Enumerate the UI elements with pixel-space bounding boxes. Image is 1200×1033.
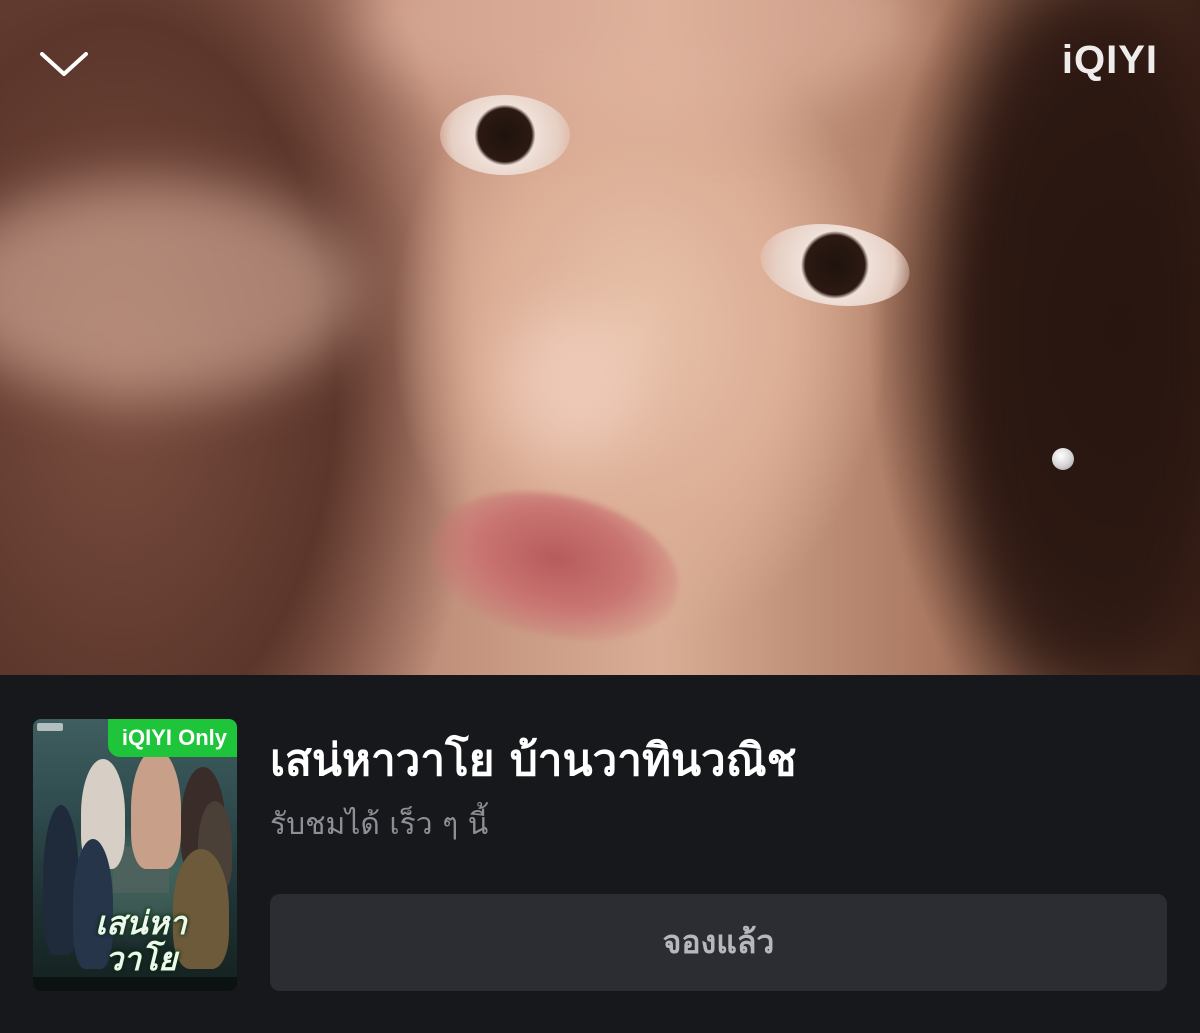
iqiyi-logo: iQIYI <box>1061 38 1158 82</box>
poster-figure <box>131 749 181 869</box>
reserved-button[interactable]: จองแล้ว <box>270 894 1167 991</box>
chevron-down-icon <box>40 52 88 76</box>
collapse-button[interactable] <box>38 44 90 84</box>
hero-blur-shape <box>360 0 920 120</box>
hero-nose-shape <box>500 310 640 460</box>
app-screen: iQIYI เสน่หา วาโย iQIYI Only เสน่หาวาโย … <box>0 0 1200 1033</box>
poster-studio-logo <box>37 723 63 731</box>
show-poster[interactable]: เสน่หา วาโย iQIYI Only <box>33 719 237 991</box>
hero-eye-shape <box>440 95 570 175</box>
hero-still-image: iQIYI <box>0 0 1200 675</box>
hero-earring-shape <box>1052 448 1074 470</box>
poster-fine-print <box>33 977 237 991</box>
hero-blur-shape <box>0 180 360 400</box>
show-info-panel: เสน่หา วาโย iQIYI Only เสน่หาวาโย บ้านวา… <box>0 675 1200 1033</box>
poster-art-title: เสน่หา วาโย <box>95 905 187 977</box>
release-status: รับชมได้ เร็ว ๆ นี้ <box>270 807 489 842</box>
iqiyi-only-badge: iQIYI Only <box>107 719 237 757</box>
hero-lips-shape <box>418 470 692 660</box>
show-title: เสน่หาวาโย บ้านวาทินวณิช <box>270 735 797 786</box>
hero-hair-shape <box>960 0 1200 675</box>
hero-eye-shape <box>755 214 915 316</box>
